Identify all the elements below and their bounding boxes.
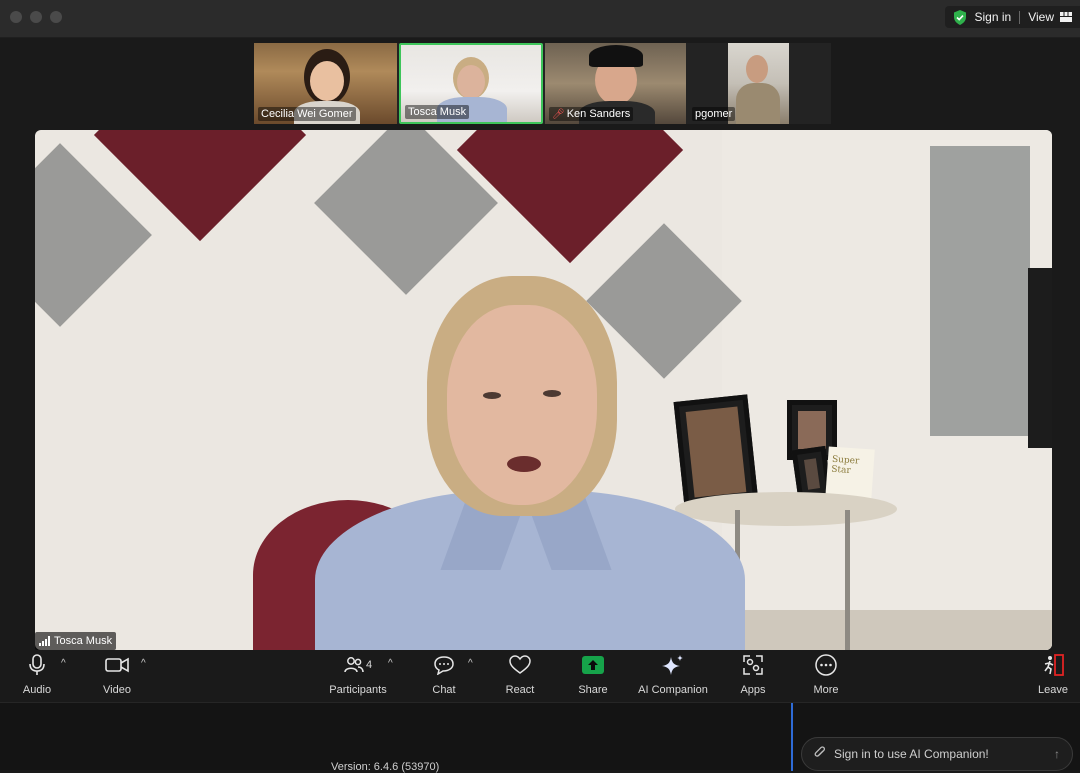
share-button[interactable]: Share xyxy=(576,650,610,702)
heart-icon xyxy=(509,655,531,675)
apps-button[interactable]: Apps xyxy=(736,650,770,702)
speaker-eye xyxy=(483,392,501,399)
sparkle-icon xyxy=(661,654,685,676)
panel-divider[interactable] xyxy=(791,703,793,771)
more-label: More xyxy=(813,684,838,696)
shield-check-icon xyxy=(953,10,967,25)
participants-label: Participants xyxy=(329,684,386,696)
react-label: React xyxy=(506,684,535,696)
apps-icon xyxy=(742,654,764,676)
close-window-button[interactable] xyxy=(10,11,22,23)
video-camera-icon xyxy=(105,657,129,673)
gallery-grid-icon xyxy=(1060,12,1072,22)
audio-options-caret[interactable]: ^ xyxy=(61,658,66,669)
participant-cap xyxy=(589,45,643,67)
participant-name: 🎤︎Ken Sanders xyxy=(549,107,633,121)
paperclip-icon xyxy=(814,746,826,763)
speaker-face xyxy=(447,305,597,505)
participant-tile[interactable]: 🎤︎Ken Sanders xyxy=(545,43,686,124)
participant-tile[interactable]: pgomer xyxy=(688,43,831,124)
chat-label: Chat xyxy=(432,684,455,696)
chat-options-caret[interactable]: ^ xyxy=(468,658,473,669)
speaker-mouth xyxy=(507,456,541,472)
table-leg xyxy=(845,510,850,650)
leave-label: Leave xyxy=(1038,684,1068,696)
ai-companion-signin-prompt[interactable]: Sign in to use AI Companion! ↑ xyxy=(801,737,1073,771)
participant-name: Cecilia Wei Gomer xyxy=(258,107,356,121)
audio-label: Audio xyxy=(23,684,51,696)
participant-tile[interactable]: Cecilia Wei Gomer xyxy=(254,43,397,124)
active-speaker-label: Tosca Musk xyxy=(35,632,116,650)
version-text: Version: 6.4.6 (53970) xyxy=(331,761,439,773)
ai-companion-signin-text: Sign in to use AI Companion! xyxy=(834,747,989,761)
titlebar-actions: Sign in View xyxy=(945,6,1080,28)
more-button[interactable]: More xyxy=(809,650,843,702)
participant-tile-active[interactable]: Tosca Musk xyxy=(399,43,543,124)
titlebar-divider xyxy=(1019,11,1020,24)
chat-bubble-icon xyxy=(433,655,455,675)
sign-in-link[interactable]: Sign in xyxy=(975,10,1012,24)
more-dots-icon xyxy=(814,653,838,677)
leave-button[interactable]: Leave xyxy=(1036,650,1070,702)
participant-name-text: Ken Sanders xyxy=(567,108,631,120)
participant-thumbnail-strip: Cecilia Wei Gomer Tosca Musk 🎤︎Ken Sande… xyxy=(254,43,831,124)
participant-count: 4 xyxy=(366,659,372,671)
share-screen-icon xyxy=(582,656,604,674)
lower-panel: Version: 6.4.6 (53970) Sign in to use AI… xyxy=(0,702,1080,770)
title-bar: Sign in View xyxy=(0,0,1080,38)
video-options-caret[interactable]: ^ xyxy=(141,658,146,669)
send-arrow-icon[interactable]: ↑ xyxy=(1054,747,1060,761)
meeting-toolbar: Audio ^ Video ^ 4 Participants ^ Chat ^ … xyxy=(0,650,1080,702)
active-speaker-name: Tosca Musk xyxy=(54,635,112,647)
zoom-window-button[interactable] xyxy=(50,11,62,23)
participants-icon xyxy=(344,656,364,674)
video-label: Video xyxy=(103,684,131,696)
participant-video xyxy=(728,43,789,124)
active-speaker-video[interactable]: Super Star xyxy=(35,130,1052,650)
share-label: Share xyxy=(578,684,607,696)
chat-button[interactable]: Chat xyxy=(430,650,458,702)
mic-muted-icon: 🎤︎ xyxy=(552,109,565,120)
participant-face xyxy=(746,55,768,83)
participant-name: Tosca Musk xyxy=(405,105,469,119)
ai-companion-label: AI Companion xyxy=(638,684,708,696)
react-button[interactable]: React xyxy=(503,650,537,702)
participant-face xyxy=(457,65,485,99)
participants-button[interactable]: 4 Participants xyxy=(325,650,391,702)
wall-screen xyxy=(1028,268,1052,448)
signal-strength-icon xyxy=(39,636,50,646)
participant-body xyxy=(736,83,780,124)
side-table xyxy=(675,492,897,526)
microphone-icon xyxy=(29,654,45,676)
video-button[interactable]: Video xyxy=(100,650,134,702)
apps-label: Apps xyxy=(740,684,765,696)
view-menu-button[interactable]: View xyxy=(1028,10,1054,24)
participant-name: pgomer xyxy=(692,107,735,121)
ai-companion-button[interactable]: AI Companion xyxy=(636,650,710,702)
audio-button[interactable]: Audio xyxy=(20,650,54,702)
participant-face xyxy=(310,61,344,101)
acoustic-panel xyxy=(930,146,1030,436)
leave-door-icon xyxy=(1041,654,1065,676)
participants-options-caret[interactable]: ^ xyxy=(388,658,393,669)
speaker-eye xyxy=(543,390,561,397)
meeting-area: Cecilia Wei Gomer Tosca Musk 🎤︎Ken Sande… xyxy=(0,38,1080,650)
minimize-window-button[interactable] xyxy=(30,11,42,23)
